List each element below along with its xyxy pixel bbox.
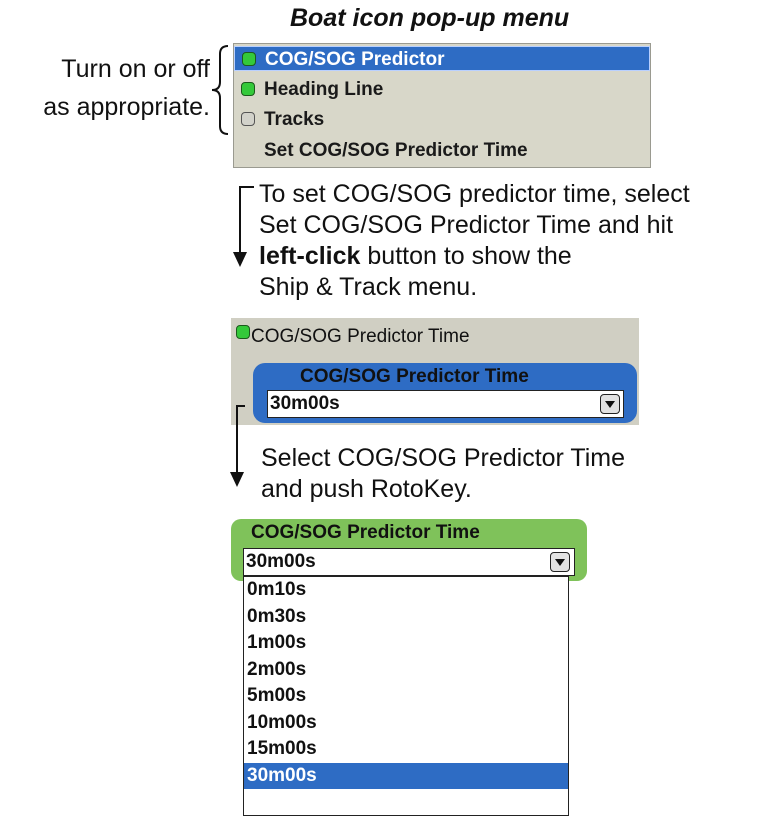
predictor-time-dropdown-panel[interactable]: COG/SOG Predictor Time 30m00s	[231, 519, 587, 581]
predictor-time-item[interactable]: COG/SOG Predictor Time	[251, 326, 470, 348]
dropdown-option[interactable]: 1m00s	[244, 630, 568, 657]
menu-item-label: Set COG/SOG Predictor Time	[264, 140, 528, 161]
dropdown-option[interactable]: 15m00s	[244, 736, 568, 763]
step-1-instructions: To set COG/SOG predictor time, select Se…	[259, 179, 690, 303]
step-1-line-3: left-click button to show the	[259, 241, 690, 272]
step-1-line-2: Set COG/SOG Predictor Time and hit	[259, 211, 674, 239]
lamp-off-icon	[241, 112, 255, 126]
dropdown-option[interactable]: 10m00s	[244, 710, 568, 737]
step-arrow-icon	[233, 186, 254, 267]
dropdown-title: COG/SOG Predictor Time	[251, 522, 480, 543]
boat-icon-popup-menu: COG/SOG Predictor Heading Line Tracks Se…	[233, 43, 651, 168]
dropdown-options-list: 0m10s 0m30s 1m00s 2m00s 5m00s 10m00s 15m…	[243, 576, 569, 816]
curly-brace-icon	[211, 45, 229, 135]
step-2-line-2: and push RotoKey.	[261, 475, 472, 503]
dropdown-option[interactable]: 2m00s	[244, 657, 568, 684]
step-1-line-1: To set COG/SOG predictor time, select	[259, 180, 690, 208]
side-note-line-1: Turn on or off	[61, 55, 210, 83]
left-click-label: left-click	[259, 242, 361, 270]
dropdown-arrow-icon[interactable]	[600, 394, 620, 414]
dropdown-value: 30m00s	[246, 551, 316, 572]
predictor-time-panel[interactable]: COG/SOG Predictor Time 30m00s	[253, 363, 637, 423]
predictor-time-combo[interactable]: 30m00s	[267, 390, 624, 418]
dropdown-combo[interactable]: 30m00s	[243, 548, 575, 576]
dropdown-arrow-icon[interactable]	[550, 552, 570, 572]
predictor-time-value: 30m00s	[270, 393, 340, 414]
side-note: Turn on or off as appropriate.	[14, 50, 210, 126]
step-arrow-icon	[230, 405, 245, 487]
menu-item-label: Heading Line	[264, 79, 384, 100]
menu-item-label: Tracks	[264, 109, 325, 130]
lamp-on-icon	[241, 82, 255, 96]
predictor-time-panel-title: COG/SOG Predictor Time	[300, 366, 529, 387]
menu-item-label: COG/SOG Predictor	[265, 49, 445, 70]
lamp-on-icon	[242, 52, 256, 66]
menu-item-cog-sog-predictor[interactable]: COG/SOG Predictor	[234, 46, 650, 71]
menu-item-set-predictor-time[interactable]: Set COG/SOG Predictor Time	[234, 138, 650, 163]
page-title: Boat icon pop-up menu	[290, 4, 570, 32]
dropdown-option[interactable]: 5m00s	[244, 683, 568, 710]
ship-track-menu-excerpt: COG/SOG Predictor Time COG/SOG Predictor…	[231, 318, 639, 425]
menu-item-tracks[interactable]: Tracks	[234, 107, 650, 132]
step-2-instructions: Select COG/SOG Predictor Time and push R…	[261, 443, 625, 505]
lamp-on-icon	[236, 325, 250, 339]
menu-item-heading-line[interactable]: Heading Line	[234, 77, 650, 102]
step-1-line-4: Ship & Track menu.	[259, 273, 478, 301]
step-2-line-1: Select COG/SOG Predictor Time	[261, 444, 625, 472]
dropdown-option[interactable]: 0m30s	[244, 604, 568, 631]
dropdown-option[interactable]: 0m10s	[244, 577, 568, 604]
side-note-line-2: as appropriate.	[43, 93, 210, 121]
dropdown-option-selected[interactable]: 30m00s	[244, 762, 568, 789]
step-1-line-3-rest: button to show the	[360, 242, 572, 270]
